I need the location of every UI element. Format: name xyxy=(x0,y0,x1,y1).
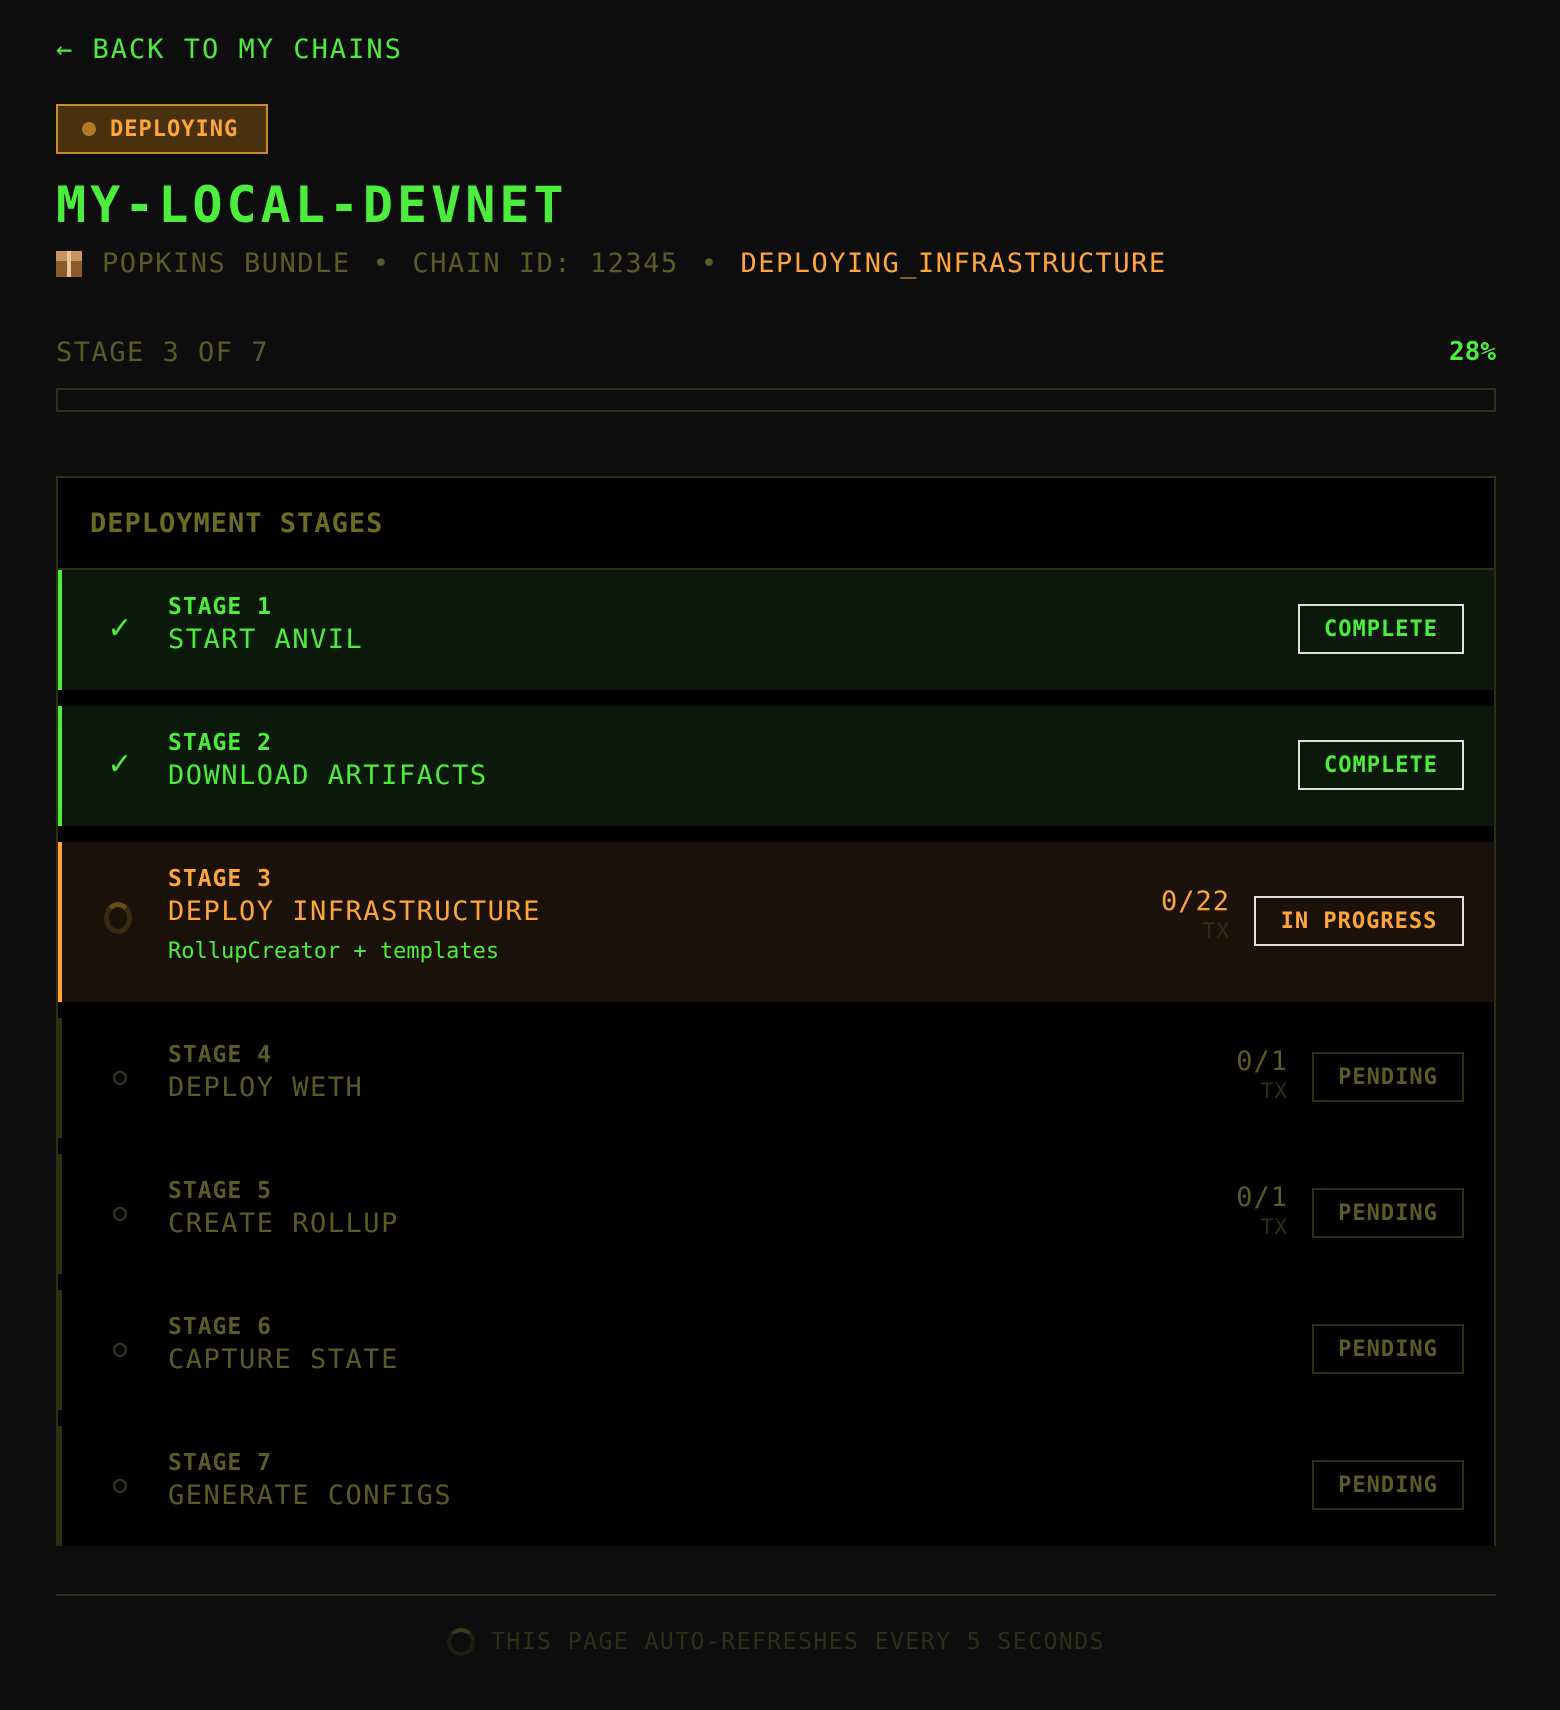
stage-status-badge: COMPLETE xyxy=(1298,740,1464,790)
tx-unit: TX xyxy=(1260,1079,1288,1103)
spinner-icon xyxy=(104,902,132,934)
stage-status-badge: COMPLETE xyxy=(1298,604,1464,654)
stage-tx-count: 0/1 TX xyxy=(1236,1182,1288,1239)
stage-name: CREATE ROLLUP xyxy=(168,1208,399,1239)
status-badge-label: DEPLOYING xyxy=(110,116,239,142)
circle-icon xyxy=(106,1336,134,1364)
stage-number: STAGE 7 xyxy=(168,1450,272,1476)
stage-name: GENERATE CONFIGS xyxy=(168,1480,453,1511)
stage-name: DEPLOY WETH xyxy=(168,1072,364,1103)
stage-number: STAGE 6 xyxy=(168,1314,272,1340)
stage-row-2: ✓ STAGE 2 DOWNLOAD ARTIFACTS COMPLETE xyxy=(58,706,1494,826)
meta-separator: • xyxy=(700,248,719,279)
footer-divider xyxy=(56,1594,1496,1596)
check-icon: ✓ xyxy=(107,746,133,782)
chain-id: CHAIN ID: 12345 xyxy=(412,248,679,279)
stage-tx-count: 0/1 TX xyxy=(1236,1046,1288,1103)
stage-row-3: STAGE 3 DEPLOY INFRASTRUCTURE RollupCrea… xyxy=(58,842,1494,1002)
tx-progress: 0/22 xyxy=(1160,886,1230,917)
deployment-stages-panel: DEPLOYMENT STAGES ✓ STAGE 1 START ANVIL … xyxy=(56,476,1496,1546)
auto-refresh-note: THIS PAGE AUTO-REFRESHES EVERY 5 SECONDS xyxy=(56,1628,1496,1656)
progress-stage-label: STAGE 3 OF 7 xyxy=(56,337,270,368)
stages-panel-title: DEPLOYMENT STAGES xyxy=(58,478,1494,570)
stage-tx-count: 0/22 TX xyxy=(1161,886,1230,943)
stage-row-1: ✓ STAGE 1 START ANVIL COMPLETE xyxy=(58,570,1494,690)
stage-status-badge: PENDING xyxy=(1312,1324,1464,1374)
tx-unit: TX xyxy=(1260,1215,1288,1239)
deployment-status-badge: DEPLOYING xyxy=(56,104,268,154)
stage-number: STAGE 2 xyxy=(168,730,272,756)
stage-row-5: STAGE 5 CREATE ROLLUP 0/1 TX PENDING xyxy=(58,1154,1494,1274)
meta-separator: • xyxy=(372,248,391,279)
status-dot-icon xyxy=(82,122,96,136)
back-to-chains-link[interactable]: ← BACK TO MY CHAINS xyxy=(56,34,403,65)
stage-subtitle: RollupCreator + templates xyxy=(168,939,500,964)
stage-status-badge: PENDING xyxy=(1312,1052,1464,1102)
stage-row-4: STAGE 4 DEPLOY WETH 0/1 TX PENDING xyxy=(58,1018,1494,1138)
bundle-name: POPKINS BUNDLE xyxy=(102,248,351,279)
stage-status-badge: PENDING xyxy=(1312,1188,1464,1238)
auto-refresh-text: THIS PAGE AUTO-REFRESHES EVERY 5 SECONDS xyxy=(491,1629,1105,1655)
tx-progress: 0/1 xyxy=(1236,1046,1288,1077)
stage-row-7: STAGE 7 GENERATE CONFIGS PENDING xyxy=(58,1426,1494,1546)
package-icon xyxy=(56,250,82,277)
chain-name-title: MY-LOCAL-DEVNET xyxy=(56,176,568,234)
deployment-state: DEPLOYING_INFRASTRUCTURE xyxy=(740,248,1167,279)
chain-meta-line: POPKINS BUNDLE • CHAIN ID: 12345 • DEPLO… xyxy=(56,248,1167,279)
stage-name: DEPLOY INFRASTRUCTURE xyxy=(168,896,541,927)
progress-bar-fill xyxy=(58,390,461,410)
circle-icon xyxy=(106,1064,134,1092)
stage-row-6: STAGE 6 CAPTURE STATE PENDING xyxy=(58,1290,1494,1410)
progress-bar xyxy=(56,388,1496,412)
stage-name: START ANVIL xyxy=(168,624,364,655)
tx-progress: 0/1 xyxy=(1236,1182,1288,1213)
progress-percent: 28% xyxy=(1449,337,1496,367)
stage-number: STAGE 4 xyxy=(168,1042,272,1068)
stage-name: CAPTURE STATE xyxy=(168,1344,399,1375)
stage-number: STAGE 3 xyxy=(168,866,272,892)
refresh-spinner-icon xyxy=(447,1628,476,1656)
stage-number: STAGE 1 xyxy=(168,594,272,620)
stage-number: STAGE 5 xyxy=(168,1178,272,1204)
check-icon: ✓ xyxy=(107,610,133,646)
circle-icon xyxy=(106,1200,134,1228)
tx-unit: TX xyxy=(1202,919,1230,943)
stage-status-badge: IN PROGRESS xyxy=(1254,896,1464,946)
stage-status-badge: PENDING xyxy=(1312,1460,1464,1510)
circle-icon xyxy=(106,1472,134,1500)
stage-name: DOWNLOAD ARTIFACTS xyxy=(168,760,488,791)
